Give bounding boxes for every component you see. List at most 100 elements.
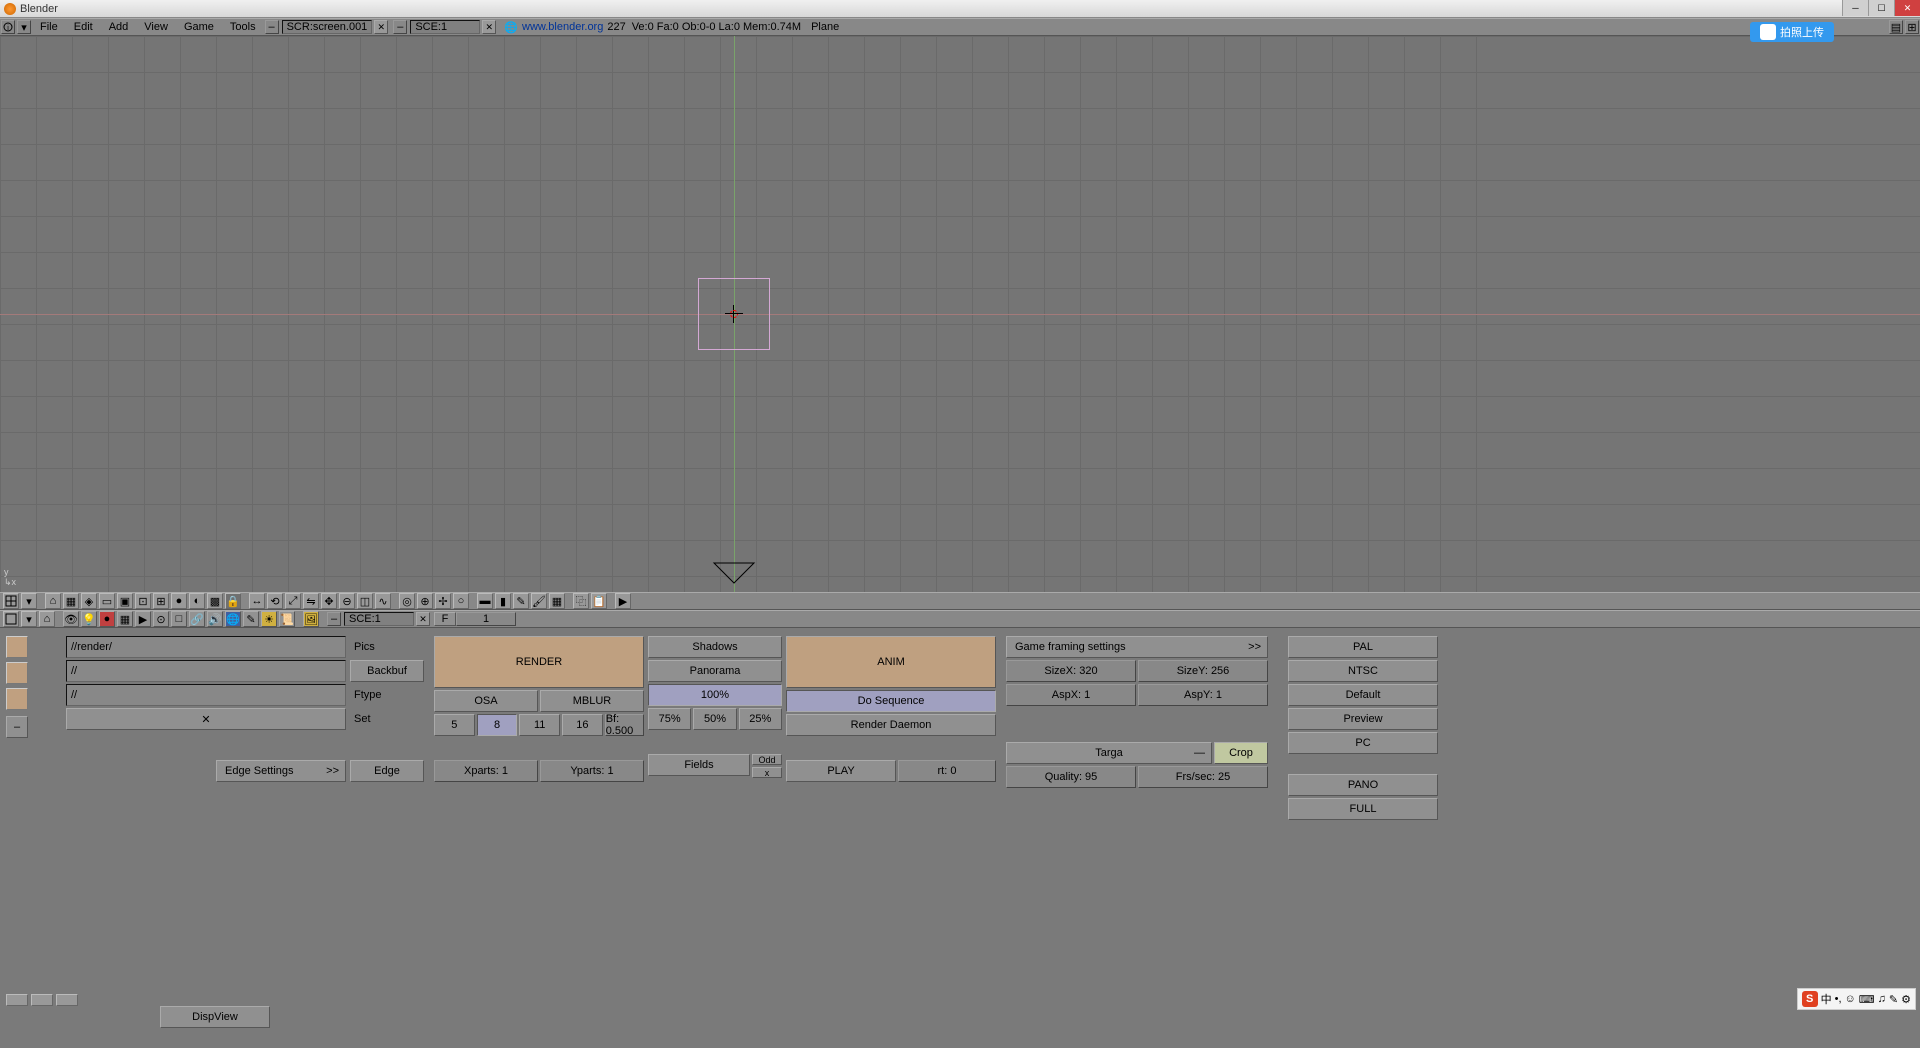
mblur-button[interactable]: MBLUR	[540, 690, 644, 712]
render-icon[interactable]: ▶	[615, 593, 631, 609]
lock-icon[interactable]: 🔒	[225, 593, 241, 609]
world-btns-icon[interactable]: 🌐	[225, 611, 241, 627]
ime-item-3[interactable]: ⌨	[1859, 993, 1875, 1006]
layers-icon[interactable]: ▦	[63, 593, 79, 609]
scene-btns-icon[interactable]: 🖼	[303, 611, 319, 627]
fields-button[interactable]: Fields	[648, 754, 750, 776]
fake-user-button[interactable]: F	[434, 612, 456, 626]
ime-logo-icon[interactable]: S	[1802, 991, 1818, 1007]
osa-button[interactable]: OSA	[434, 690, 538, 712]
ime-item-0[interactable]: 中	[1821, 991, 1832, 1007]
datablock-prev-icon[interactable]: –	[327, 612, 341, 626]
edge-button[interactable]: Edge	[350, 760, 424, 782]
backbuf-path-field[interactable]: //	[66, 660, 346, 682]
preset-pal-button[interactable]: PAL	[1288, 636, 1438, 658]
scene-selector[interactable]: SCE:1	[410, 20, 480, 34]
btnwin-dropdown-icon[interactable]: ▾	[21, 611, 37, 627]
dispview-button[interactable]: DispView	[160, 1006, 270, 1028]
mirror-icon[interactable]: ⇋	[303, 593, 319, 609]
backbuf-button[interactable]: Backbuf	[350, 660, 424, 682]
blender-url-link[interactable]: www.blender.org	[522, 21, 603, 33]
fps-field[interactable]: Frs/sec: 25	[1138, 766, 1268, 788]
do-sequence-button[interactable]: Do Sequence	[786, 690, 996, 712]
screen-prev-icon[interactable]: –	[265, 20, 279, 34]
3d-cursor[interactable]	[728, 308, 740, 320]
prop-edit-icon[interactable]: ○	[453, 593, 469, 609]
window-maximize-button[interactable]: ☐	[1868, 0, 1894, 16]
fpaint-icon[interactable]: ▦	[549, 593, 565, 609]
ortho-icon[interactable]: ▭	[99, 593, 115, 609]
ftype-path-field[interactable]: //	[66, 684, 346, 706]
frame-field[interactable]: 1	[456, 612, 516, 626]
mat-btns-icon[interactable]: ●	[99, 611, 115, 627]
scale-icon[interactable]: ⤢	[285, 593, 301, 609]
move-icon[interactable]: ✢	[435, 593, 451, 609]
screen-delete-button[interactable]: ✕	[374, 20, 388, 34]
play-button[interactable]: PLAY	[786, 760, 896, 782]
menu-edit[interactable]: Edit	[66, 19, 101, 35]
ime-item-2[interactable]: ☺	[1845, 993, 1856, 1005]
info-window-icon[interactable]: i	[1, 20, 15, 34]
ime-item-1[interactable]: •,	[1835, 993, 1842, 1005]
drawtype-icon[interactable]: ▣	[117, 593, 133, 609]
scene-datablock-delete[interactable]: ✕	[416, 612, 430, 626]
camera-object[interactable]	[710, 561, 758, 588]
crop-button[interactable]: Crop	[1214, 742, 1268, 764]
pics-enable-toggle[interactable]	[6, 636, 28, 658]
menu-file[interactable]: File	[32, 19, 66, 35]
ftype-enable-toggle[interactable]	[6, 688, 28, 710]
size-25-button[interactable]: 25%	[739, 708, 782, 730]
size-50-button[interactable]: 50%	[693, 708, 736, 730]
format-type-menu[interactable]: Targa—	[1006, 742, 1212, 764]
aspy-field[interactable]: AspY: 1	[1138, 684, 1268, 706]
panorama-button[interactable]: Panorama	[648, 660, 782, 682]
ime-item-6[interactable]: ⚙	[1901, 993, 1911, 1006]
set-delete-button[interactable]: ✕	[66, 708, 346, 730]
backbuf-enable-toggle[interactable]	[6, 662, 28, 684]
script-btns-icon[interactable]: 📜	[279, 611, 295, 627]
anim-btns-icon[interactable]: ▶	[135, 611, 151, 627]
sizey-field[interactable]: SizeY: 256	[1138, 660, 1268, 682]
menu-tools[interactable]: Tools	[222, 19, 264, 35]
upload-badge[interactable]: ☁ 拍照上传	[1750, 22, 1834, 42]
scene-delete-button[interactable]: ✕	[482, 20, 496, 34]
screen-selector[interactable]: SCR:screen.001	[282, 20, 373, 34]
bf-field[interactable]: Bf: 0.500	[605, 714, 644, 736]
ime-toolbar[interactable]: S 中 •, ☺ ⌨ ♫ ✎ ⚙	[1797, 988, 1916, 1010]
sizex-field[interactable]: SizeX: 320	[1006, 660, 1136, 682]
rotate-icon[interactable]: ⟲	[267, 593, 283, 609]
ime-item-5[interactable]: ✎	[1889, 993, 1898, 1006]
render-daemon-button[interactable]: Render Daemon	[786, 714, 996, 736]
lamp-btns-icon[interactable]: 💡	[81, 611, 97, 627]
preset-full-button[interactable]: FULL	[1288, 798, 1438, 820]
game-framing-button[interactable]: Game framing settings>>	[1006, 636, 1268, 658]
3d-viewport[interactable]: // placeholder; grid drawn below via sta…	[0, 36, 1920, 592]
snap-icon[interactable]: ◎	[399, 593, 415, 609]
const-btns-icon[interactable]: 🔗	[189, 611, 205, 627]
quality-field[interactable]: Quality: 95	[1006, 766, 1136, 788]
paste-icon[interactable]: 📋	[591, 593, 607, 609]
warp-icon[interactable]: ∿	[375, 593, 391, 609]
tex-btns-icon[interactable]: ▦	[117, 611, 133, 627]
window-close-button[interactable]: ✕	[1894, 0, 1920, 16]
textured-icon[interactable]: ▩	[207, 593, 223, 609]
shaded-icon[interactable]: ◐	[189, 593, 205, 609]
render-button[interactable]: RENDER	[434, 636, 644, 688]
edit-icon[interactable]: ✎	[513, 593, 529, 609]
fullscreen-icon[interactable]: ▾	[21, 593, 37, 609]
scene-prev-icon[interactable]: –	[393, 20, 407, 34]
view-btns-icon[interactable]: 👁	[63, 611, 79, 627]
render-path-field[interactable]: //render/	[66, 636, 346, 658]
paint-btns-icon[interactable]: ✎	[243, 611, 259, 627]
ime-item-4[interactable]: ♫	[1878, 993, 1886, 1005]
solid-icon[interactable]: ●	[171, 593, 187, 609]
btnwin-type-icon[interactable]	[3, 611, 19, 627]
menu-add[interactable]: Add	[101, 19, 137, 35]
display-icon[interactable]: ⊡	[135, 593, 151, 609]
menu-view[interactable]: View	[136, 19, 176, 35]
rt-field[interactable]: rt: 0	[898, 760, 996, 782]
disp-btn-3[interactable]	[56, 994, 78, 1006]
disp-btn-1[interactable]	[6, 994, 28, 1006]
translate-icon[interactable]: ↔	[249, 593, 265, 609]
wire-icon[interactable]: ⊞	[153, 593, 169, 609]
